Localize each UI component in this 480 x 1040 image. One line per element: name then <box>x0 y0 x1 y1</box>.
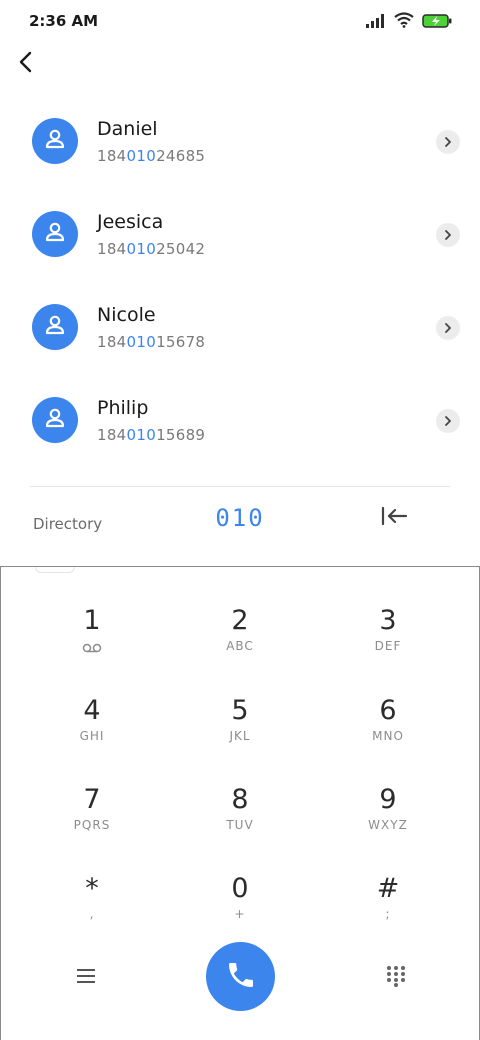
contact-name: Daniel <box>97 118 158 140</box>
number-match-highlight: 010 <box>126 240 157 258</box>
key-digit: 0 <box>231 873 249 904</box>
contact-number: 18401015689 <box>97 426 206 444</box>
divider <box>30 486 450 487</box>
key-digit: 9 <box>379 784 397 815</box>
key-digit: 8 <box>231 784 249 815</box>
status-time: 2:36 AM <box>29 12 99 30</box>
chevron-right-icon <box>443 319 453 338</box>
contact-name: Nicole <box>97 304 156 326</box>
voicemail-icon <box>32 643 152 653</box>
battery-charging-icon <box>422 13 452 32</box>
contact-name: Philip <box>97 397 149 419</box>
key-letters: DEF <box>374 639 402 653</box>
peek-avatar <box>35 567 75 573</box>
contact-row[interactable]: Daniel 18401024685 <box>0 94 480 187</box>
person-icon <box>44 407 66 433</box>
status-icons <box>366 12 452 32</box>
person-icon <box>44 128 66 154</box>
key-letters: JKL <box>229 729 251 743</box>
key-9[interactable]: 9 WXYZ <box>328 784 448 864</box>
key-letters: GHI <box>79 729 105 743</box>
contact-name: Jeesica <box>97 211 164 233</box>
key-digit: 7 <box>83 784 101 815</box>
back-button[interactable] <box>12 50 40 78</box>
contact-row[interactable]: Jeesica 18401025042 <box>0 187 480 280</box>
call-button[interactable] <box>206 942 275 1011</box>
key-2[interactable]: 2 ABC <box>180 605 300 685</box>
key-1[interactable]: 1 <box>32 605 152 685</box>
key-digit: 2 <box>231 605 249 636</box>
chevron-right-icon <box>443 133 453 152</box>
dialed-number-display[interactable]: 010 <box>190 504 290 532</box>
backspace-icon <box>380 506 408 530</box>
avatar <box>32 211 78 257</box>
avatar <box>32 397 78 443</box>
dialpad: 1 2 ABC 3 DEF 4 GHI 5 JKL 6 MNO 7 PQRS 8… <box>0 566 480 1040</box>
chevron-right-icon <box>443 412 453 431</box>
contact-detail-button[interactable] <box>436 409 460 433</box>
contact-number: 18401015678 <box>97 333 206 351</box>
avatar <box>32 304 78 350</box>
key-3[interactable]: 3 DEF <box>328 605 448 685</box>
menu-icon <box>76 968 96 988</box>
contact-detail-button[interactable] <box>436 223 460 247</box>
key-7[interactable]: 7 PQRS <box>32 784 152 864</box>
chevron-left-icon <box>18 51 34 77</box>
key-letters: + <box>234 907 246 921</box>
directory-button[interactable]: Directory <box>33 515 102 533</box>
key-letters: PQRS <box>73 818 111 832</box>
person-icon <box>44 221 66 247</box>
key-letters: TUV <box>226 818 254 832</box>
chevron-right-icon <box>443 226 453 245</box>
status-bar: 2:36 AM <box>0 0 480 44</box>
contact-row[interactable]: Philip 18401015689 <box>0 373 480 466</box>
signal-icon <box>366 13 386 32</box>
key-digit: 6 <box>379 695 397 726</box>
key-letters: ; <box>385 907 391 921</box>
contact-detail-button[interactable] <box>436 316 460 340</box>
number-match-highlight: 010 <box>126 147 157 165</box>
key-4[interactable]: 4 GHI <box>32 695 152 775</box>
key-8[interactable]: 8 TUV <box>180 784 300 864</box>
key-digit: 1 <box>83 605 101 636</box>
contact-row[interactable]: Nicole 18401015678 <box>0 280 480 373</box>
contact-number: 18401024685 <box>97 147 206 165</box>
key-6[interactable]: 6 MNO <box>328 695 448 775</box>
menu-button[interactable] <box>71 963 101 993</box>
person-icon <box>44 314 66 340</box>
key-digit: 5 <box>231 695 249 726</box>
dialpad-toggle-button[interactable] <box>381 963 411 993</box>
key-letters: , <box>89 907 95 921</box>
key-letters: MNO <box>372 729 404 743</box>
phone-icon <box>225 959 257 995</box>
contact-detail-button[interactable] <box>436 130 460 154</box>
avatar <box>32 118 78 164</box>
key-letters: WXYZ <box>368 818 408 832</box>
key-digit: * <box>85 873 99 904</box>
key-digit: # <box>376 873 400 904</box>
number-match-highlight: 010 <box>126 333 157 351</box>
wifi-icon <box>394 12 414 32</box>
backspace-button[interactable] <box>378 505 410 531</box>
key-digit: 3 <box>379 605 397 636</box>
key-letters: ABC <box>226 639 254 653</box>
dialpad-actions <box>1 939 479 1019</box>
number-match-highlight: 010 <box>126 426 157 444</box>
contact-number: 18401025042 <box>97 240 206 258</box>
key-digit: 4 <box>83 695 101 726</box>
dialpad-icon <box>386 965 406 991</box>
key-5[interactable]: 5 JKL <box>180 695 300 775</box>
